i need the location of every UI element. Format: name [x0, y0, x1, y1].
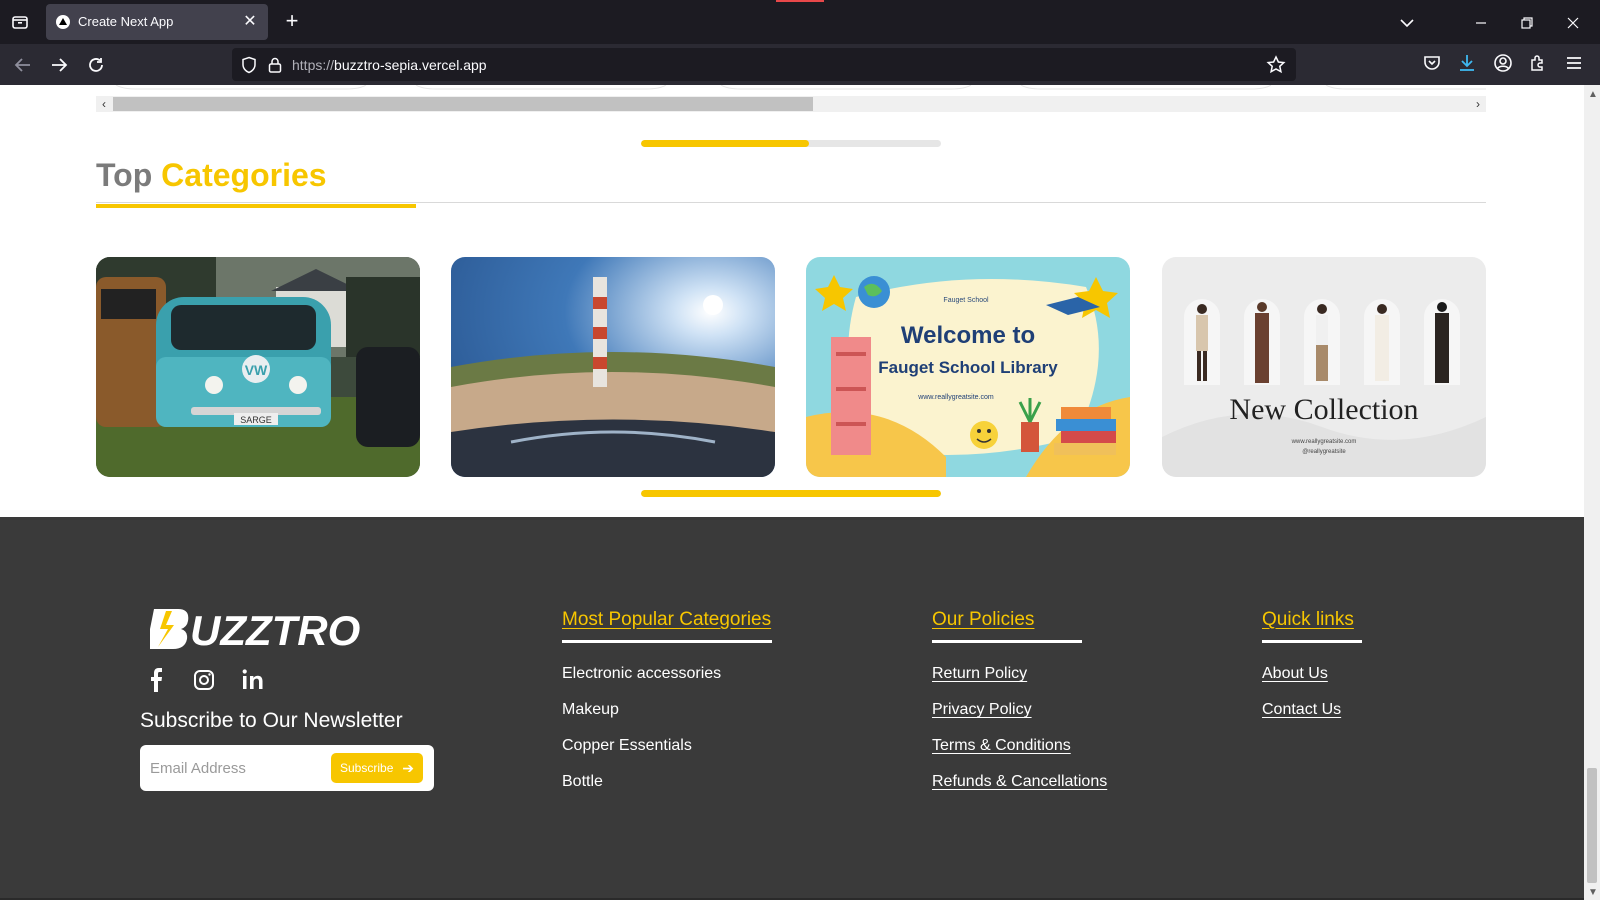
carousel-progress-upper — [641, 140, 941, 147]
collection-url: www.reallygreatsite.com — [1291, 439, 1357, 445]
quick-links-title[interactable]: Quick links — [1262, 609, 1354, 631]
collection-handle: @reallygreatsite — [1302, 449, 1346, 455]
minimize-window-icon[interactable] — [1468, 10, 1494, 36]
forward-arrow-icon[interactable] — [46, 52, 72, 78]
reload-icon[interactable] — [83, 52, 109, 78]
category-card-vw-bus[interactable]: VW SARGE — [96, 257, 420, 477]
newsletter-title: Subscribe to Our Newsletter — [140, 709, 403, 732]
vw-bus-image: VW SARGE — [96, 257, 420, 477]
popular-title-bar — [562, 640, 772, 643]
new-collection-image: New Collection www.reallygreatsite.com @… — [1162, 257, 1486, 477]
browser-nav-bar: https://buzztro-sepia.vercel.app — [0, 44, 1600, 85]
scrollbar-thumb[interactable] — [113, 97, 813, 111]
browser-tab-bar: Create Next App ✕ + — [0, 0, 1600, 44]
page-vertical-scrollbar[interactable]: ▲ ▼ — [1584, 85, 1600, 900]
url-text[interactable]: https://buzztro-sepia.vercel.app — [292, 57, 487, 73]
popular-link[interactable]: Makeup — [562, 701, 619, 719]
vertical-scrollbar-thumb[interactable] — [1587, 768, 1597, 883]
vw-plate-text: SARGE — [240, 415, 272, 425]
policy-link[interactable]: Return Policy — [932, 665, 1027, 683]
bookmark-star-icon[interactable] — [1266, 55, 1286, 75]
popular-link[interactable]: Copper Essentials — [562, 737, 692, 755]
lock-icon[interactable] — [266, 56, 284, 74]
back-arrow-icon[interactable] — [10, 52, 36, 78]
popular-categories-title[interactable]: Most Popular Categories — [562, 609, 771, 631]
progress-fill — [641, 490, 941, 497]
carousel-horizontal-scrollbar[interactable]: ‹ › — [96, 96, 1486, 112]
address-bar[interactable]: https://buzztro-sepia.vercel.app — [232, 48, 1296, 81]
title-part1: Top — [96, 157, 162, 193]
email-input[interactable] — [150, 755, 320, 781]
close-window-icon[interactable] — [1560, 10, 1586, 36]
category-cards: VW SARGE Fauget School Welcome to Fauget… — [96, 257, 1486, 477]
subscribe-button[interactable]: Subscribe ➔ — [331, 753, 423, 783]
carousel-progress-lower — [641, 490, 941, 497]
page-viewport: ‹ › Top Categories VW SARGE Fauget Schoo… — [0, 85, 1584, 900]
facebook-icon[interactable] — [144, 667, 170, 693]
policies-title[interactable]: Our Policies — [932, 609, 1034, 631]
svg-text:VW: VW — [245, 362, 268, 378]
extensions-icon[interactable] — [1528, 53, 1552, 77]
library-line2: Fauget School Library — [878, 358, 1058, 377]
linkedin-icon[interactable] — [240, 667, 266, 693]
recent-tabs-icon[interactable] — [10, 12, 30, 32]
scroll-left-arrow-icon[interactable]: ‹ — [96, 96, 112, 112]
new-tab-button[interactable]: + — [280, 10, 304, 34]
quick-link[interactable]: Contact Us — [1262, 701, 1341, 719]
section-title: Top Categories — [96, 157, 327, 194]
scroll-up-arrow-icon[interactable]: ▲ — [1588, 89, 1598, 100]
library-line1: Welcome to — [901, 322, 1035, 349]
policy-link[interactable]: Privacy Policy — [932, 701, 1032, 719]
lighthouse-panorama-image — [451, 257, 775, 477]
arrow-right-icon: ➔ — [402, 760, 414, 776]
tab-indicator — [776, 0, 824, 2]
popular-link[interactable]: Electronic accessories — [562, 665, 721, 683]
carousel-pill-edges — [115, 85, 1486, 90]
category-card-lighthouse[interactable] — [451, 257, 775, 477]
policies-title-bar — [932, 640, 1082, 643]
quick-links-title-bar — [1262, 640, 1362, 643]
library-top-text: Fauget School — [943, 297, 989, 304]
pocket-icon[interactable] — [1422, 53, 1446, 77]
popular-link[interactable]: Bottle — [562, 773, 603, 791]
category-card-school-library[interactable]: Fauget School Welcome to Fauget School L… — [806, 257, 1130, 477]
tracking-protection-shield-icon[interactable] — [240, 56, 258, 74]
title-part2: Categories — [161, 157, 327, 193]
school-library-image: Fauget School Welcome to Fauget School L… — [806, 257, 1130, 477]
newsletter-form: Subscribe ➔ — [140, 745, 434, 791]
collection-title: New Collection — [1229, 393, 1418, 426]
category-card-new-collection[interactable]: New Collection www.reallygreatsite.com @… — [1162, 257, 1486, 477]
tab-title: Create Next App — [78, 14, 174, 29]
scroll-right-arrow-icon[interactable]: › — [1470, 96, 1486, 112]
url-protocol: https:// — [292, 57, 335, 73]
logo-text: UZZTRO — [190, 607, 360, 651]
quick-link[interactable]: About Us — [1262, 665, 1328, 683]
instagram-icon[interactable] — [191, 667, 217, 693]
account-icon[interactable] — [1493, 53, 1517, 77]
progress-fill — [641, 140, 809, 147]
policy-link[interactable]: Terms & Conditions — [932, 737, 1071, 755]
policy-link[interactable]: Refunds & Cancellations — [932, 773, 1107, 791]
nextjs-favicon-icon — [56, 15, 70, 29]
library-url: www.reallygreatsite.com — [917, 394, 994, 401]
site-footer: UZZTRO Subscribe to Our Newsletter Subsc… — [0, 517, 1584, 900]
restore-window-icon[interactable] — [1514, 10, 1540, 36]
buzztro-logo[interactable]: UZZTRO — [150, 605, 360, 651]
subscribe-label: Subscribe — [340, 761, 394, 775]
tab-create-next-app[interactable]: Create Next App ✕ — [46, 4, 268, 40]
url-host: buzztro-sepia.vercel.app — [334, 57, 487, 73]
close-tab-icon[interactable]: ✕ — [240, 12, 260, 32]
title-divider — [96, 202, 1486, 203]
scroll-down-arrow-icon[interactable]: ▼ — [1588, 887, 1598, 898]
tab-list-chevron-icon[interactable] — [1394, 10, 1420, 36]
downloads-icon[interactable] — [1457, 53, 1481, 77]
menu-hamburger-icon[interactable] — [1564, 53, 1588, 77]
title-underline — [96, 204, 416, 208]
